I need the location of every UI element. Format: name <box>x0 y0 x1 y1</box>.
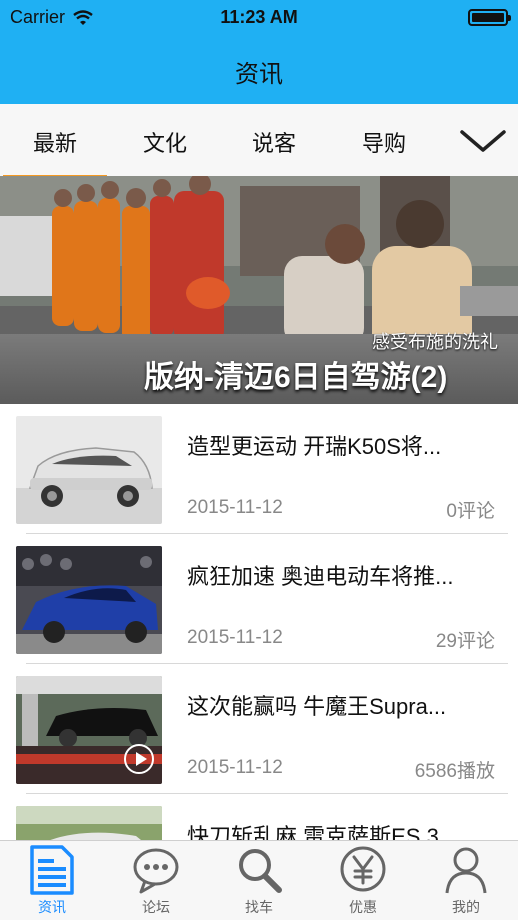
tab-label: 最新 <box>33 131 78 156</box>
tab-label: 说客 <box>252 131 297 156</box>
tabbar-label: 优惠 <box>349 899 377 915</box>
search-icon <box>239 849 282 893</box>
tabbar-label: 找车 <box>245 899 273 915</box>
tabbar-label: 论坛 <box>142 899 170 915</box>
featured-banner[interactable]: 感受布施的洗礼 版纳-清迈6日自驾游(2) <box>0 176 518 404</box>
list-item[interactable]: 疯狂加速 奥迪电动车将推... 2015-11-12 29评论 <box>0 534 518 664</box>
tabbar-label: 我的 <box>452 899 480 915</box>
article-title: 快刀斩乱麻 雷克萨斯ES 3... <box>187 824 458 840</box>
tab-latest[interactable]: 最新 <box>2 126 108 179</box>
play-count: 6586播放 <box>414 761 495 782</box>
tabbar-item-deals[interactable]: 优惠 <box>311 845 415 919</box>
tabbar-item-forum[interactable]: 论坛 <box>104 845 208 919</box>
list-item[interactable]: 快刀斩乱麻 雷克萨斯ES 3... <box>0 794 518 840</box>
tab-label: 文化 <box>143 131 188 156</box>
list-item[interactable]: 造型更运动 开瑞K50S将... 2015-11-12 0评论 <box>0 404 518 534</box>
navigation-bar: 资讯 <box>0 36 518 104</box>
tabbar-item-news[interactable]: 资讯 <box>0 845 104 919</box>
tabbar-label: 资讯 <box>38 899 66 915</box>
tab-culture[interactable]: 文化 <box>143 126 187 158</box>
bottom-tab-bar: 资讯 论坛 找车 优惠 我的 <box>0 840 518 920</box>
banner-subtitle: 感受布施的洗礼 <box>372 332 498 352</box>
chat-bubble-icon <box>133 848 179 894</box>
clock: 11:23 AM <box>220 7 298 27</box>
person-icon <box>445 847 487 894</box>
article-date: 2015-11-12 <box>187 497 283 518</box>
article-thumbnail <box>16 416 162 524</box>
status-bar: Carrier 11:23 AM <box>0 0 518 36</box>
tabbar-item-find-car[interactable]: 找车 <box>207 845 311 919</box>
category-tabs: 最新 文化 说客 导购 <box>0 104 518 179</box>
article-thumbnail <box>16 676 162 784</box>
comment-count: 29评论 <box>435 631 495 652</box>
tab-shopping-guide[interactable]: 导购 <box>362 126 406 158</box>
article-thumbnail <box>16 806 162 840</box>
play-icon[interactable] <box>124 744 154 774</box>
yen-coin-icon <box>340 846 386 892</box>
banner-headline: 版纳-清迈6日自驾游(2) <box>144 361 448 394</box>
tab-label: 导购 <box>362 131 407 156</box>
article-thumbnail <box>16 546 162 654</box>
article-title: 造型更运动 开瑞K50S将... <box>187 434 442 459</box>
article-title: 这次能赢吗 牛魔王Supra... <box>187 694 447 719</box>
article-date: 2015-11-12 <box>187 757 283 778</box>
article-list: 造型更运动 开瑞K50S将... 2015-11-12 0评论 疯狂加速 奥迪电… <box>0 404 518 840</box>
battery-icon <box>468 9 511 26</box>
document-icon <box>30 845 74 895</box>
chevron-down-icon[interactable] <box>458 128 508 156</box>
comment-count: 0评论 <box>446 501 495 522</box>
article-date: 2015-11-12 <box>187 627 283 648</box>
list-item[interactable]: 这次能赢吗 牛魔王Supra... 2015-11-12 6586播放 <box>0 664 518 794</box>
page-title: 资讯 <box>235 61 283 88</box>
tab-opinion[interactable]: 说客 <box>252 126 296 158</box>
article-title: 疯狂加速 奥迪电动车将推... <box>187 564 454 589</box>
tabbar-item-profile[interactable]: 我的 <box>414 845 518 919</box>
